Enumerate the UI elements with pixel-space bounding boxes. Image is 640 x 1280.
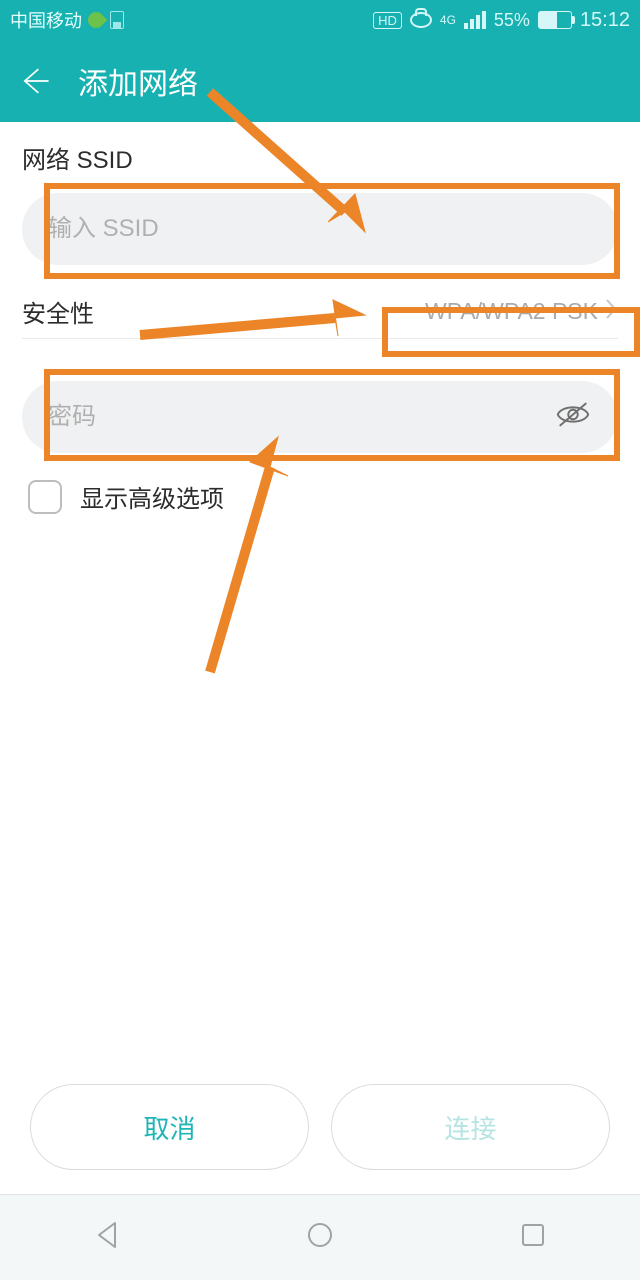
battery-icon [538,11,572,29]
advanced-options-label: 显示高级选项 [80,479,224,514]
network-type-label: 4G [440,14,456,26]
ssid-label: 网络 SSID [22,140,618,175]
status-bar: 中国移动 HD 4G 55% 15:12 [0,0,640,40]
ssid-input[interactable] [22,193,618,265]
app-bar: 添加网络 [0,40,640,122]
nav-home-icon[interactable] [304,1219,336,1256]
eye-comfort-icon [410,12,432,28]
security-row[interactable]: 安全性 WPA/WPA2 PSK [22,291,618,339]
security-value: WPA/WPA2 PSK [425,298,598,325]
connect-button[interactable]: 连接 [331,1084,610,1170]
back-arrow-icon[interactable] [18,64,52,98]
system-nav-bar [0,1194,640,1280]
leaf-icon [85,9,108,32]
advanced-options-checkbox[interactable] [28,480,62,514]
nav-back-icon[interactable] [91,1219,123,1256]
annotation-arrow-password [160,432,320,697]
page-title: 添加网络 [78,59,198,103]
carrier-label: 中国移动 [10,7,82,33]
eye-off-icon[interactable] [554,396,592,439]
security-label: 安全性 [22,294,94,329]
sim-card-icon [110,11,124,29]
clock-label: 15:12 [580,9,630,32]
password-input[interactable] [22,381,618,453]
signal-icon [464,11,486,29]
chevron-right-icon [604,298,618,326]
cancel-button[interactable]: 取消 [30,1084,309,1170]
battery-percent-label: 55% [494,10,530,31]
hd-icon: HD [373,12,402,29]
nav-recent-icon[interactable] [517,1219,549,1256]
action-bar: 取消 连接 [0,1084,640,1170]
content-area: 网络 SSID 安全性 WPA/WPA2 PSK 显 [0,122,640,532]
